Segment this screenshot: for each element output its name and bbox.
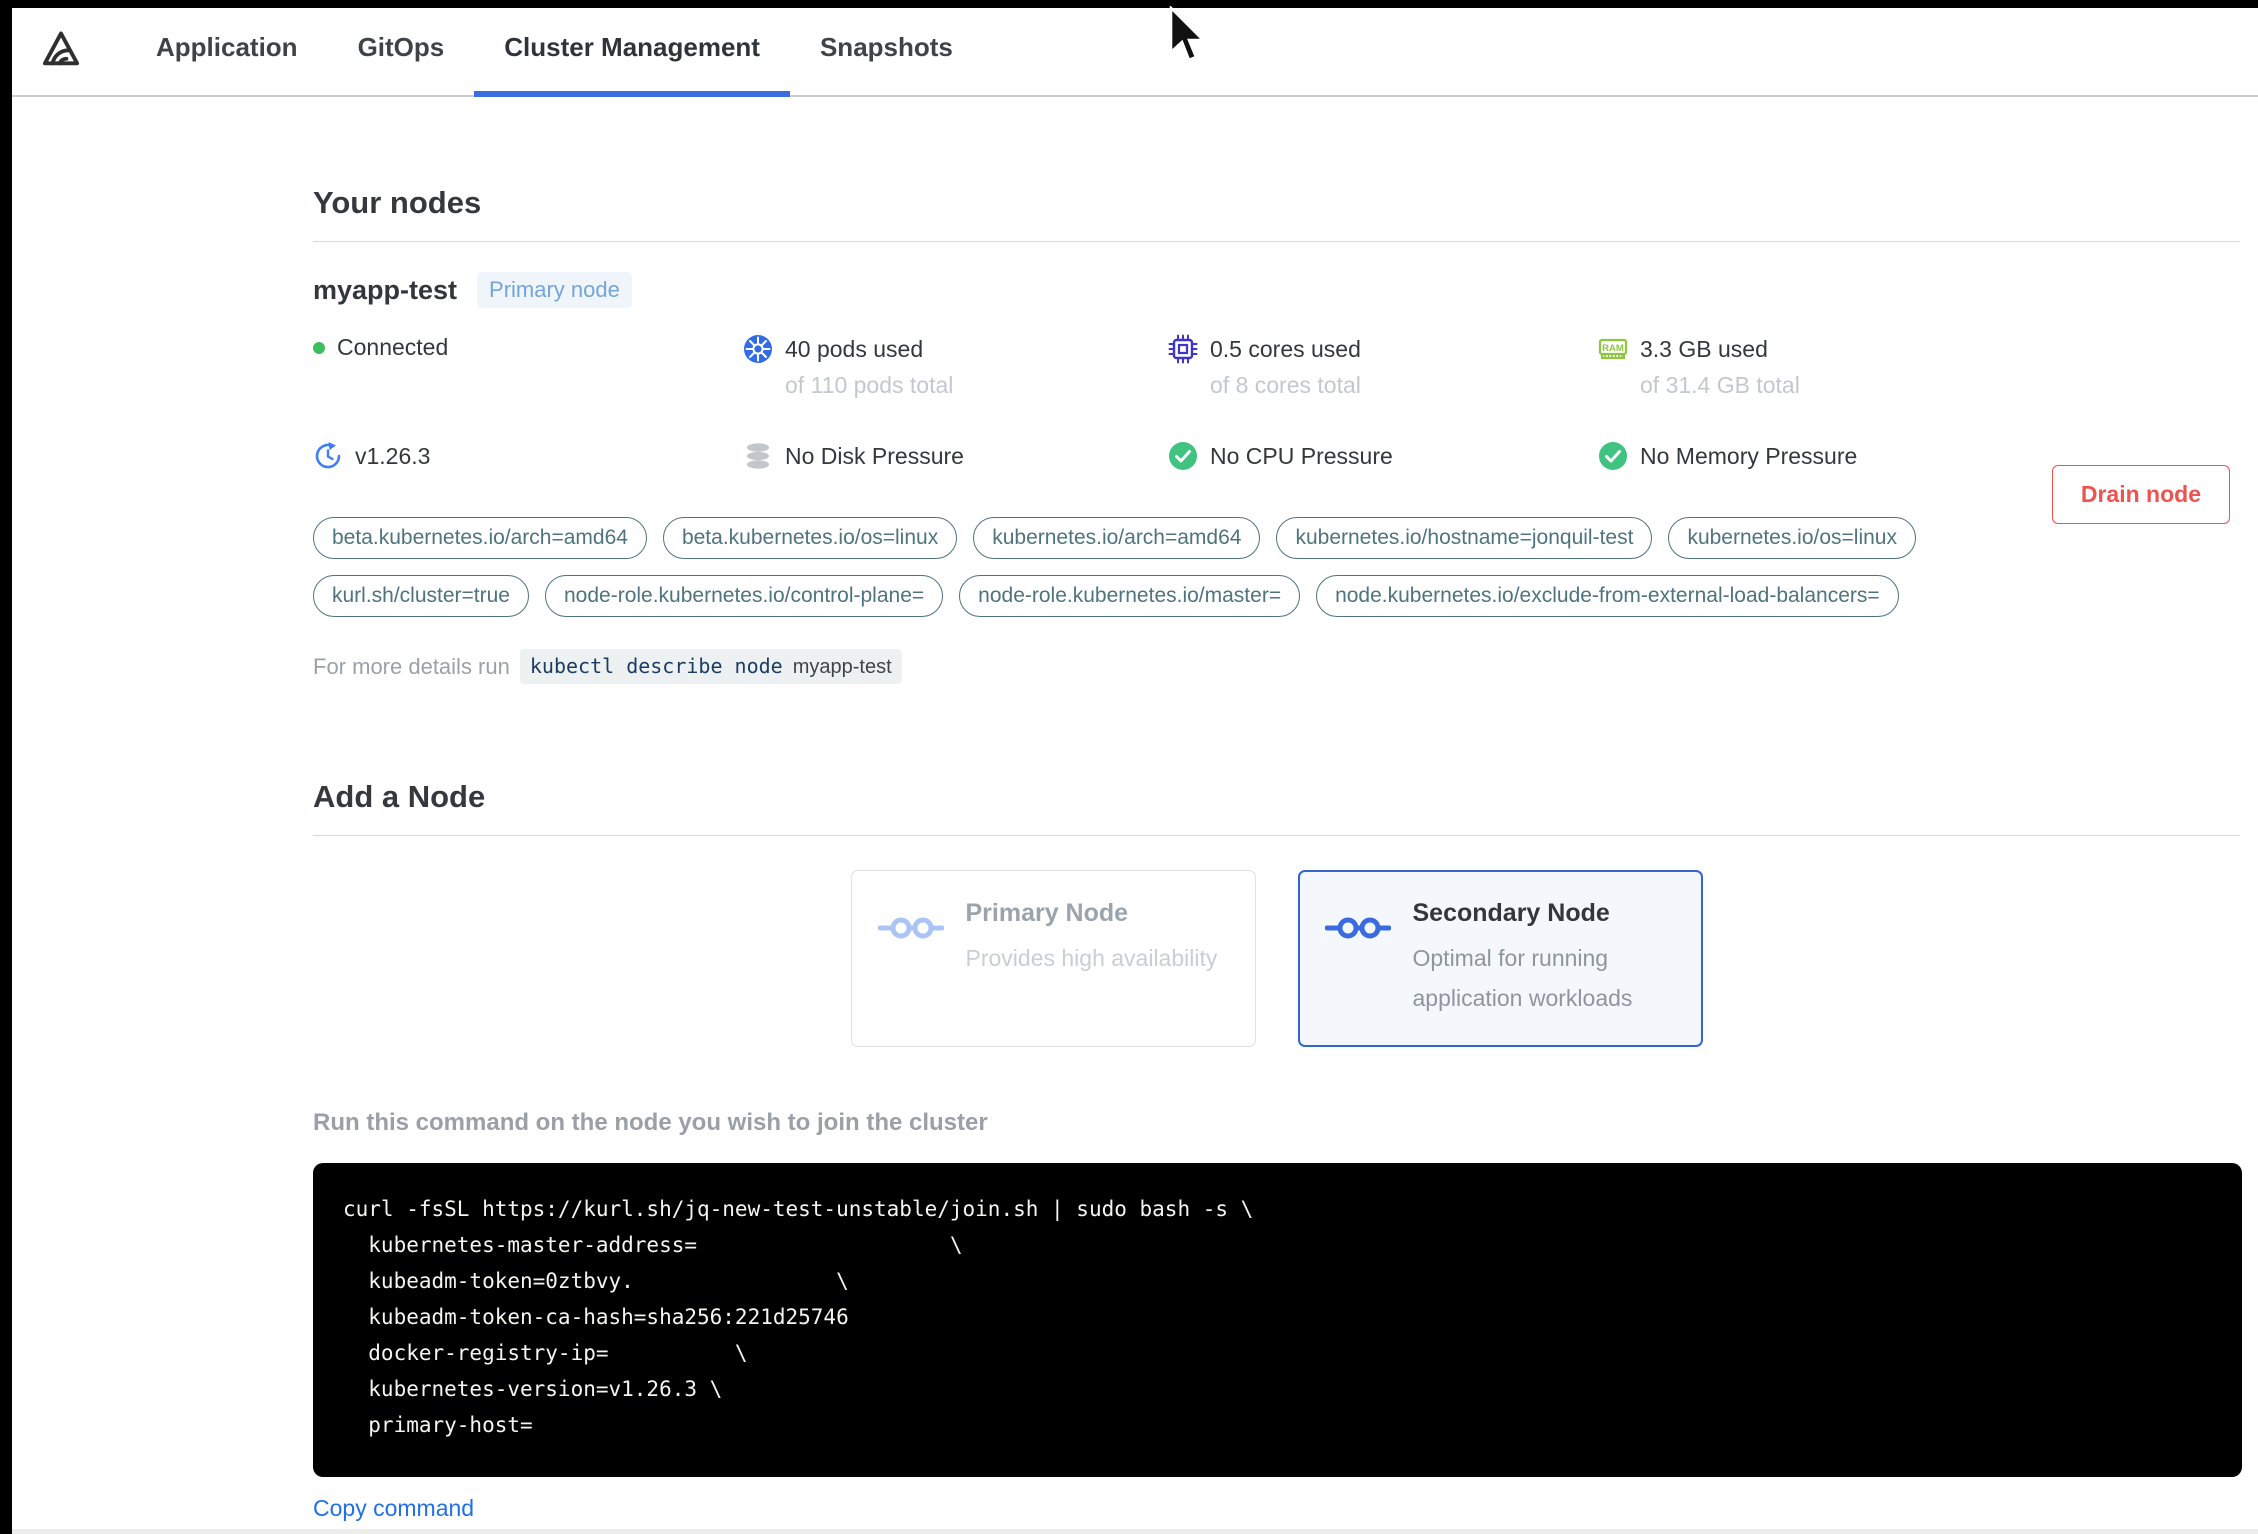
add-node-title: Add a Node: [313, 779, 486, 814]
check-circle-icon: [1169, 442, 1197, 470]
linked-nodes-icon: [1324, 917, 1391, 939]
describe-node-command-chip: kubectl describe node myapp-test: [519, 649, 902, 684]
node-label-pill: beta.kubernetes.io/arch=amd64: [313, 517, 647, 559]
node-label-pill: beta.kubernetes.io/os=linux: [662, 517, 958, 559]
secondary-node-card[interactable]: Secondary Node Optimal for running appli…: [1297, 870, 1703, 1047]
node-type-cards: Primary Node Provides high availability …: [313, 870, 2240, 1047]
node-label-pill: node.kubernetes.io/exclude-from-external…: [1316, 575, 1899, 617]
node-label-pill: kubernetes.io/arch=amd64: [973, 517, 1261, 559]
add-node-section: Add a Node Primary Node Provides high av…: [313, 684, 2242, 1522]
join-command-line: kubeadm-token=0ztbvy. \: [343, 1269, 849, 1293]
node-header: myapp-test Primary node: [313, 272, 2240, 308]
disk-pressure-label: No Disk Pressure: [785, 442, 964, 469]
stat-memory: RAM 3.3 GB used of 31.4 GB total: [1598, 334, 2240, 399]
node-labels: beta.kubernetes.io/arch=amd64 beta.kuber…: [313, 517, 2013, 617]
memory-pressure-label: No Memory Pressure: [1640, 442, 1858, 469]
cpu-icon: [1168, 334, 1198, 364]
pods-total-value: of 110 pods total: [785, 372, 954, 398]
node-label-pill: kubernetes.io/os=linux: [1668, 517, 1916, 559]
node-name: myapp-test: [313, 274, 458, 305]
check-circle-icon: [1599, 442, 1627, 470]
connected-status-dot-icon: [313, 341, 325, 354]
section-divider: [313, 241, 2240, 242]
join-command-line: kubernetes-version=v1.26.3 \: [343, 1377, 723, 1401]
cores-total-value: of 8 cores total: [1210, 372, 1361, 398]
stat-pods: 40 pods used of 110 pods total: [743, 334, 1168, 399]
kurl-logo-icon: [42, 31, 80, 65]
node-label-pill: node-role.kubernetes.io/master=: [959, 575, 1301, 617]
kubectl-node-name: myapp-test: [792, 656, 892, 678]
connected-status-label: Connected: [337, 334, 449, 360]
tab-cluster-management[interactable]: Cluster Management: [474, 0, 790, 97]
secondary-node-card-title: Secondary Node: [1412, 899, 1610, 927]
join-command-line: primary-host=: [343, 1413, 533, 1437]
svg-text:RAM: RAM: [1602, 343, 1624, 354]
node-stats-grid: Connected 40 pods used of 110 pods total…: [313, 334, 2240, 471]
ram-icon: RAM: [1598, 338, 1628, 359]
your-nodes-title: Your nodes: [313, 185, 482, 220]
join-command-terminal: curl -fsSL https://kurl.sh/jq-new-test-u…: [313, 1163, 2242, 1477]
condition-cpu: No CPU Pressure: [1168, 441, 1598, 471]
mouse-cursor-icon: [1169, 6, 1207, 62]
stat-cores: 0.5 cores used of 8 cores total: [1168, 334, 1598, 399]
memory-used-value: 3.3 GB used: [1640, 335, 1768, 362]
primary-node-card[interactable]: Primary Node Provides high availability: [850, 870, 1256, 1047]
disk-icon: [747, 443, 769, 469]
your-nodes-section: Your nodes myapp-test Primary node Conne…: [313, 97, 2240, 684]
version-label: v1.26.3: [355, 442, 431, 469]
window-edge-top: [0, 0, 2258, 8]
node-label-pill: node-role.kubernetes.io/control-plane=: [545, 575, 944, 617]
drain-node-button[interactable]: Drain node: [2051, 465, 2230, 524]
tab-snapshots[interactable]: Snapshots: [790, 0, 983, 95]
join-command-instruction: Run this command on the node you wish to…: [313, 1109, 988, 1136]
section-divider: [313, 835, 2240, 836]
condition-disk: No Disk Pressure: [743, 441, 1168, 471]
copy-command-link[interactable]: Copy command: [313, 1495, 474, 1522]
primary-node-card-text: Primary Node Provides high availability: [966, 899, 1218, 1018]
node-label-pill: kubernetes.io/hostname=jonquil-test: [1276, 517, 1653, 559]
join-command-line: curl -fsSL https://kurl.sh/jq-new-test-u…: [343, 1197, 1254, 1221]
cores-used-value: 0.5 cores used: [1210, 335, 1361, 362]
node-label-pill: kurl.sh/cluster=true: [313, 575, 529, 617]
memory-total-value: of 31.4 GB total: [1640, 372, 1800, 398]
tab-gitops[interactable]: GitOps: [328, 0, 475, 95]
primary-node-card-title: Primary Node: [965, 899, 1129, 927]
version-update-icon: [315, 442, 341, 469]
window-edge-bottom: [12, 1529, 2258, 1534]
node-card: myapp-test Primary node Connected 40 pod…: [313, 272, 2240, 684]
top-nav: Application GitOps Cluster Management Sn…: [0, 0, 2258, 97]
join-command-line: kubernetes-master-address= \: [343, 1233, 963, 1257]
secondary-node-card-subtitle: Optimal for running application workload…: [1412, 945, 1633, 1011]
main-content: Your nodes myapp-test Primary node Conne…: [0, 97, 2258, 1522]
linked-nodes-icon: [877, 917, 944, 939]
node-details-line: For more details run kubectl describe no…: [313, 649, 2240, 684]
kubectl-command-text: kubectl describe node: [529, 654, 783, 678]
details-prefix: For more details run: [313, 653, 510, 679]
cpu-pressure-label: No CPU Pressure: [1210, 442, 1393, 469]
window-edge-left: [0, 0, 12, 1534]
join-command-line: kubeadm-token-ca-hash=sha256:221d25746: [343, 1305, 849, 1329]
nav-tabs: Application GitOps Cluster Management Sn…: [126, 0, 983, 97]
primary-node-card-subtitle: Provides high availability: [965, 945, 1218, 971]
secondary-node-card-text: Secondary Node Optimal for running appli…: [1413, 899, 1676, 1018]
primary-node-badge: Primary node: [477, 272, 632, 308]
join-command-line: docker-registry-ip= \: [343, 1341, 748, 1365]
tab-application[interactable]: Application: [126, 0, 328, 95]
node-status: Connected: [313, 334, 743, 399]
node-version: v1.26.3: [313, 441, 743, 471]
kubernetes-pods-icon: [744, 335, 772, 363]
pods-used-value: 40 pods used: [785, 335, 924, 362]
